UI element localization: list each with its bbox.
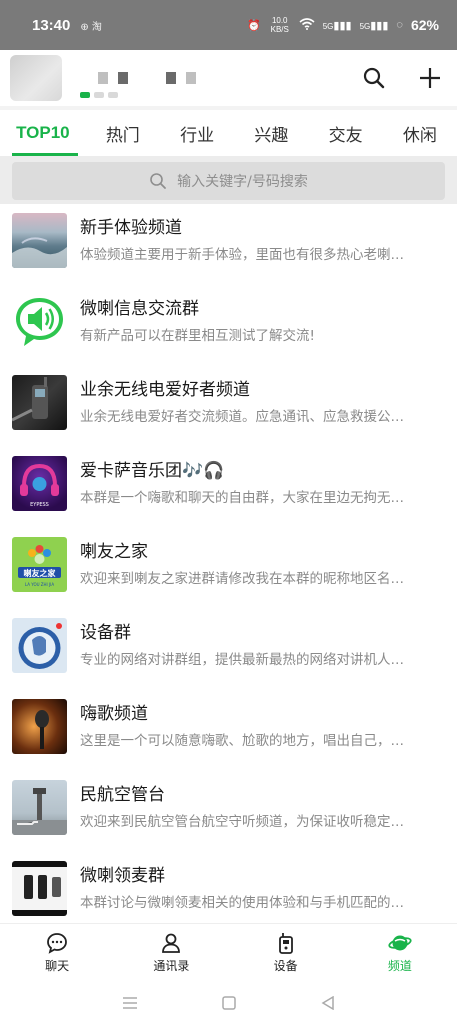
planet-icon (388, 935, 412, 950)
signal-icon-2: 5G▮▮▮ (359, 19, 389, 32)
channel-desc: 欢迎来到民航空管台航空守听频道，为保证收听稳定… (80, 814, 404, 830)
tab-top10[interactable]: TOP10 (0, 123, 86, 143)
app-header (0, 50, 457, 106)
tab-industry[interactable]: 行业 (160, 121, 234, 146)
list-item[interactable]: 新手体验频道 体验频道主要用于新手体验，里面也有很多热心老喇… (0, 200, 457, 281)
chat-bubble-icon (47, 932, 68, 954)
category-tabs: TOP10 热门 行业 兴趣 交友 休闲 (0, 106, 457, 156)
channel-title: 微喇信息交流群 (80, 299, 199, 319)
channel-thumbnail-ocean (12, 213, 67, 268)
blur-block (186, 72, 196, 84)
add-button[interactable] (417, 65, 443, 91)
status-bar: 13:40 ⊕ 淘 ⏰ 10.0 KB/S 5G▮▮▮ 5G▮▮▮ ◌ 62% (0, 0, 457, 50)
home-badge-subtext: LA YOU ZHI JIA (25, 582, 54, 587)
nav-channel[interactable]: 频道 (343, 924, 457, 981)
search-icon (150, 173, 167, 189)
search-input[interactable]: 输入关键字/号码搜索 (12, 162, 445, 200)
channel-list: 新手体验频道 体验频道主要用于新手体验，里面也有很多热心老喇… 微喇信息交流群 … (0, 200, 457, 929)
nav-device-label: 设备 (273, 958, 298, 973)
channel-thumbnail-device (12, 618, 67, 673)
list-item[interactable]: 喇友之家 LA YOU ZHI JIA 喇友之家 欢迎来到喇友之家进群请修改我在… (0, 524, 457, 605)
channel-thumbnail-home: 喇友之家 LA YOU ZHI JIA (12, 537, 67, 592)
tab-interest[interactable]: 兴趣 (234, 121, 308, 146)
nav-contacts[interactable]: 通讯录 (114, 924, 228, 981)
home-icon[interactable] (222, 995, 237, 1010)
nav-chat[interactable]: 聊天 (0, 924, 114, 981)
channel-desc: 本群讨论与微喇领麦相关的使用体验和与手机匹配的… (80, 895, 404, 911)
list-item[interactable]: 民航空管台 欢迎来到民航空管台航空守听频道，为保证收听稳定… (0, 767, 457, 848)
list-item[interactable]: 微喇领麦群 本群讨论与微喇领麦相关的使用体验和与手机匹配的… (0, 848, 457, 929)
walkie-talkie-icon (278, 932, 293, 954)
channel-thumbnail-microphone (12, 699, 67, 754)
nav-chat-label: 聊天 (45, 958, 70, 973)
status-app-icons: ⊕ 淘 (80, 21, 102, 33)
channel-title: 民航空管台 (80, 785, 165, 805)
user-name-blurred (98, 72, 196, 84)
channel-title: 新手体验频道 (80, 218, 182, 238)
status-time: 13:40 (32, 16, 71, 34)
list-item[interactable]: 微喇信息交流群 有新产品可以在群里相互测试了解交流! (0, 281, 457, 362)
list-item[interactable]: 嗨歌频道 这里是一个可以随意嗨歌、尬歌的地方，唱出自己，… (0, 686, 457, 767)
tab-underline (12, 153, 78, 156)
menu-icon[interactable] (122, 996, 138, 1010)
channel-desc: 体验频道主要用于新手体验，里面也有很多热心老喇… (80, 247, 404, 263)
search-button[interactable] (361, 65, 387, 91)
music-badge-text: EYPESS (30, 502, 49, 508)
search-area: 输入关键字/号码搜索 (0, 156, 457, 204)
nav-channel-label: 频道 (387, 958, 412, 973)
channel-title: 业余无线电爱好者频道 (80, 380, 250, 400)
bottom-nav: 聊天 通讯录 设备 频道 (0, 923, 457, 981)
status-right-icons: ⏰ 10.0 KB/S 5G▮▮▮ 5G▮▮▮ ◌ 62% (247, 16, 439, 34)
blur-block (98, 72, 108, 84)
plus-icon (420, 68, 440, 88)
nav-contacts-label: 通讯录 (153, 958, 190, 973)
list-item[interactable]: 设备群 专业的网络对讲群组，提供最新最热的网络对讲机人… (0, 605, 457, 686)
header-actions (361, 65, 443, 91)
list-item[interactable]: 业余无线电爱好者频道 业余无线电爱好者交流频道。应急通讯、应急救援公… (0, 362, 457, 443)
channel-desc: 业余无线电爱好者交流频道。应急通讯、应急救援公… (80, 409, 404, 425)
channel-title: 爱卡萨音乐团🎶🎧 (80, 461, 225, 481)
net-speed: 10.0 KB/S (270, 16, 289, 34)
avatar[interactable] (10, 55, 62, 101)
signal-icon-1: 5G▮▮▮ (322, 19, 352, 32)
channel-thumbnail-radio (12, 375, 67, 430)
online-indicator (80, 92, 118, 98)
channel-thumbnail-lingmai (12, 861, 67, 916)
channel-thumbnail-speaker (12, 294, 67, 349)
signal-label-1: 5G (322, 21, 334, 31)
channel-title: 喇友之家 (80, 542, 148, 562)
channel-desc: 有新产品可以在群里相互测试了解交流! (80, 328, 315, 344)
list-item[interactable]: EYPESS 爱卡萨音乐团🎶🎧 本群是一个嗨歌和聊天的自由群，大家在里边无拘无… (0, 443, 457, 524)
blur-block (118, 72, 128, 84)
home-badge-text: 喇友之家 (24, 568, 57, 578)
channel-thumbnail-airport (12, 780, 67, 835)
tab-hot[interactable]: 热门 (86, 121, 160, 146)
battery-icon: ◌ (396, 19, 403, 31)
back-icon[interactable] (321, 995, 335, 1010)
system-nav-bar (0, 981, 457, 1024)
signal-label-2: 5G (359, 21, 371, 31)
nav-device[interactable]: 设备 (229, 924, 343, 981)
channel-desc: 本群是一个嗨歌和聊天的自由群，大家在里边无拘无… (80, 490, 404, 506)
search-placeholder: 输入关键字/号码搜索 (177, 174, 308, 190)
tab-friends[interactable]: 交友 (308, 121, 382, 146)
channel-desc: 这里是一个可以随意嗨歌、尬歌的地方，唱出自己，… (80, 733, 404, 749)
contacts-icon (162, 933, 181, 953)
blur-block (166, 72, 176, 84)
wifi-icon (299, 17, 315, 33)
tab-leisure[interactable]: 休闲 (383, 121, 457, 146)
alarm-icon: ⏰ (247, 19, 261, 32)
channel-title: 微喇领麦群 (80, 866, 165, 886)
channel-desc: 专业的网络对讲群组，提供最新最热的网络对讲机人… (80, 652, 404, 668)
channel-title: 嗨歌频道 (80, 704, 148, 724)
channel-title: 设备群 (80, 623, 131, 643)
channel-thumbnail-music: EYPESS (12, 456, 67, 511)
search-icon (363, 67, 385, 89)
battery-level: 62% (410, 17, 439, 33)
channel-desc: 欢迎来到喇友之家进群请修改我在本群的昵称地区名… (80, 571, 404, 587)
